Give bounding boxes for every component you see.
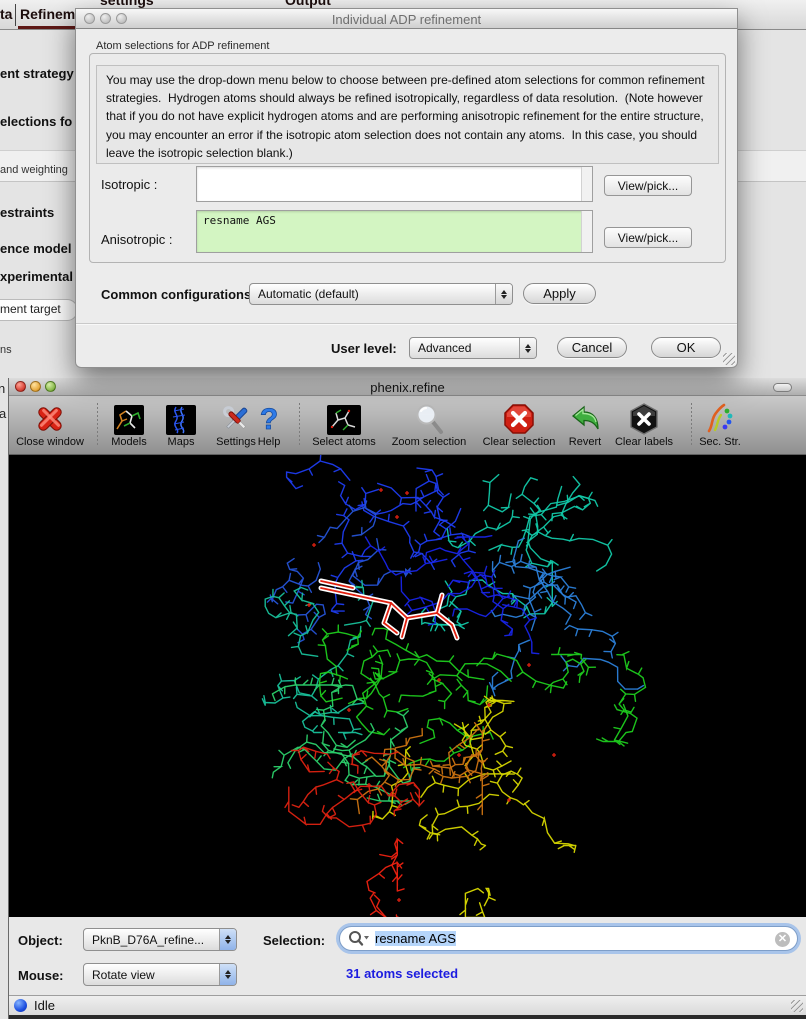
isotropic-value bbox=[197, 167, 592, 173]
zoom-selection-button[interactable]: Zoom selection bbox=[381, 399, 477, 448]
molecule-viewport[interactable] bbox=[9, 455, 806, 917]
bg-sliver-letter: a bbox=[0, 406, 6, 421]
popup-value: PknB_D76A_refine... bbox=[84, 933, 219, 947]
popup-value: Advanced bbox=[410, 341, 519, 355]
selection-search-field[interactable]: resname AGS ✕ bbox=[339, 926, 798, 951]
cancel-button[interactable]: Cancel bbox=[557, 337, 627, 358]
common-configurations-label: Common configurations: bbox=[101, 287, 256, 302]
models-button[interactable]: Models bbox=[101, 399, 157, 448]
clear-selection-icon bbox=[503, 399, 535, 435]
bg-fragment: ment target bbox=[0, 302, 61, 316]
status-idle-icon bbox=[14, 999, 27, 1012]
anisotropic-label: Anisotropic : bbox=[101, 232, 173, 247]
secondary-structure-icon bbox=[703, 399, 737, 435]
clear-labels-button[interactable]: Clear labels bbox=[606, 399, 682, 448]
object-label: Object: bbox=[18, 933, 63, 948]
popup-stepper bbox=[495, 284, 512, 304]
dialog-separator bbox=[76, 323, 737, 325]
isotropic-label: Isotropic : bbox=[101, 177, 157, 192]
toolbar-toggle-button[interactable] bbox=[773, 383, 792, 392]
scrollbar-track[interactable] bbox=[581, 211, 592, 252]
anisotropic-view-pick-button[interactable]: View/pick... bbox=[604, 227, 692, 248]
group-box-label: Atom selections for ADP refinement bbox=[96, 40, 269, 52]
bg-tab-data[interactable]: ta bbox=[0, 6, 12, 22]
dialog-titlebar[interactable]: Individual ADP refinement bbox=[76, 9, 737, 29]
isotropic-view-pick-button[interactable]: View/pick... bbox=[604, 175, 692, 196]
svg-text:?: ? bbox=[260, 403, 278, 435]
help-button[interactable]: ? Help bbox=[249, 399, 289, 448]
isotropic-selection-field[interactable] bbox=[196, 166, 593, 202]
common-configurations-popup[interactable]: Automatic (default) bbox=[249, 283, 513, 305]
bg-fragment: xperimental bbox=[0, 269, 73, 284]
help-icon: ? bbox=[256, 399, 282, 435]
maps-button[interactable]: Maps bbox=[159, 399, 203, 448]
bg-fragment: and weighting bbox=[0, 164, 68, 176]
user-level-popup[interactable]: Advanced bbox=[409, 337, 537, 359]
popup-value: Automatic (default) bbox=[250, 287, 495, 301]
statusbar: Idle bbox=[9, 995, 806, 1015]
toolbar-separator bbox=[97, 403, 98, 447]
adp-refinement-dialog: Individual ADP refinement Atom selection… bbox=[75, 8, 738, 368]
dialog-resize-grip[interactable] bbox=[723, 353, 735, 365]
dialog-title: Individual ADP refinement bbox=[76, 12, 737, 27]
atoms-selected-text: 31 atoms selected bbox=[346, 966, 458, 981]
description-text: You may use the drop-down menu below to … bbox=[96, 65, 719, 164]
select-atoms-icon bbox=[327, 399, 361, 435]
close-window-icon bbox=[34, 399, 66, 435]
viewer-titlebar[interactable]: phenix.refine bbox=[9, 378, 806, 396]
popup-stepper bbox=[219, 929, 236, 950]
settings-icon bbox=[219, 399, 253, 435]
mouse-mode-popup[interactable]: Rotate view bbox=[83, 963, 237, 986]
molecule-render bbox=[9, 455, 806, 917]
bg-fragment: estraints bbox=[0, 205, 54, 220]
revert-button[interactable]: Revert bbox=[561, 399, 609, 448]
popup-stepper bbox=[219, 964, 236, 985]
popup-value: Rotate view bbox=[84, 968, 219, 982]
bg-tab-settings[interactable]: settings bbox=[100, 0, 154, 8]
apply-button[interactable]: Apply bbox=[523, 283, 596, 304]
phenix-refine-window: phenix.refine Close bbox=[8, 378, 806, 1019]
bg-fragment: elections fo bbox=[0, 114, 72, 129]
clear-search-icon[interactable]: ✕ bbox=[775, 932, 790, 947]
ok-button[interactable]: OK bbox=[651, 337, 721, 358]
clear-labels-icon bbox=[628, 399, 660, 435]
window-bottom-edge bbox=[9, 1015, 806, 1019]
window-resize-grip[interactable] bbox=[791, 1000, 803, 1012]
search-value: resname AGS bbox=[375, 931, 456, 946]
popup-stepper bbox=[519, 338, 536, 358]
models-icon bbox=[114, 399, 144, 435]
selection-label: Selection: bbox=[263, 933, 325, 948]
sec-str-button[interactable]: Sec. Str. bbox=[692, 399, 748, 448]
mouse-label: Mouse: bbox=[18, 968, 64, 983]
tab-divider bbox=[15, 4, 16, 26]
tab-underline bbox=[18, 26, 78, 29]
object-popup[interactable]: PknB_D76A_refine... bbox=[83, 928, 237, 951]
bg-fragment: ent strategy bbox=[0, 66, 74, 81]
scrollbar-track[interactable] bbox=[581, 167, 592, 201]
bg-fragment: ns bbox=[0, 344, 12, 356]
bg-fragment: ence model r bbox=[0, 241, 80, 256]
close-window-button[interactable]: Close window bbox=[10, 399, 90, 448]
bg-tab-output[interactable]: Output bbox=[285, 0, 331, 8]
viewer-controls: Object: PknB_D76A_refine... Selection: r… bbox=[9, 917, 806, 995]
bg-sliver-letter: n bbox=[0, 381, 5, 396]
maps-icon bbox=[166, 399, 196, 435]
select-atoms-button[interactable]: Select atoms bbox=[304, 399, 384, 448]
screen: ta Refinemen settings Output ent strateg… bbox=[0, 0, 806, 1019]
anisotropic-value: resname AGS bbox=[197, 211, 592, 230]
user-level-label: User level: bbox=[331, 341, 397, 356]
search-icon[interactable] bbox=[347, 930, 371, 947]
status-text: Idle bbox=[34, 998, 55, 1013]
viewer-title: phenix.refine bbox=[9, 380, 806, 395]
clear-selection-button[interactable]: Clear selection bbox=[475, 399, 563, 448]
toolbar-separator bbox=[299, 403, 300, 447]
revert-icon bbox=[569, 399, 601, 435]
zoom-selection-icon bbox=[414, 399, 444, 435]
anisotropic-selection-field[interactable]: resname AGS bbox=[196, 210, 593, 253]
toolbar: Close window Models bbox=[9, 396, 806, 455]
